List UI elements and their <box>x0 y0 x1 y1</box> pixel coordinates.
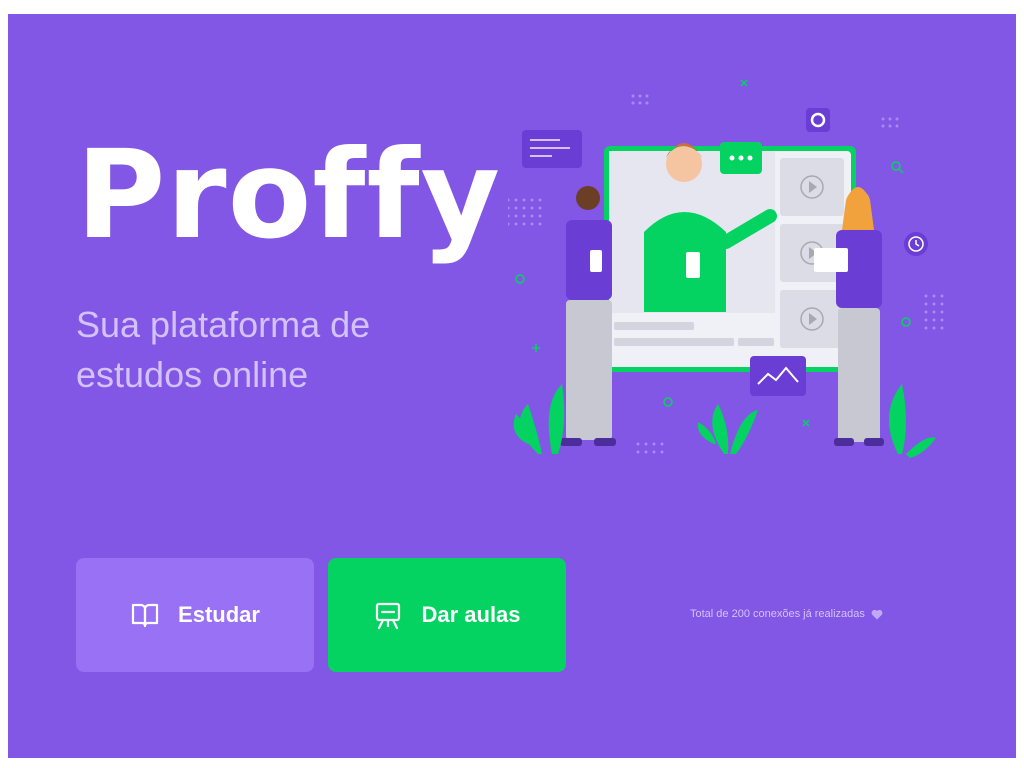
tagline-line-1: Sua plataforma de <box>76 304 371 345</box>
hero-illustration <box>508 79 944 458</box>
total-connections: Total de 200 conexões já realizadas <box>690 608 883 620</box>
total-connections-text: Total de 200 conexões já realizadas <box>690 608 865 620</box>
proffy-logo: Proffy <box>76 124 502 266</box>
presentation-board-icon <box>376 602 401 630</box>
purple-heart-icon <box>871 609 883 619</box>
landing-page: Proffy Sua plataforma de estudos online <box>8 14 1016 758</box>
teach-button[interactable]: Dar aulas <box>328 558 566 672</box>
teach-button-label: Dar aulas <box>421 602 521 627</box>
study-button-label: Estudar <box>178 602 260 627</box>
book-open-icon <box>131 603 159 628</box>
tagline-line-2: estudos online <box>76 354 309 395</box>
study-button[interactable]: Estudar <box>76 558 314 672</box>
tagline: Sua plataforma de estudos online <box>76 300 416 400</box>
